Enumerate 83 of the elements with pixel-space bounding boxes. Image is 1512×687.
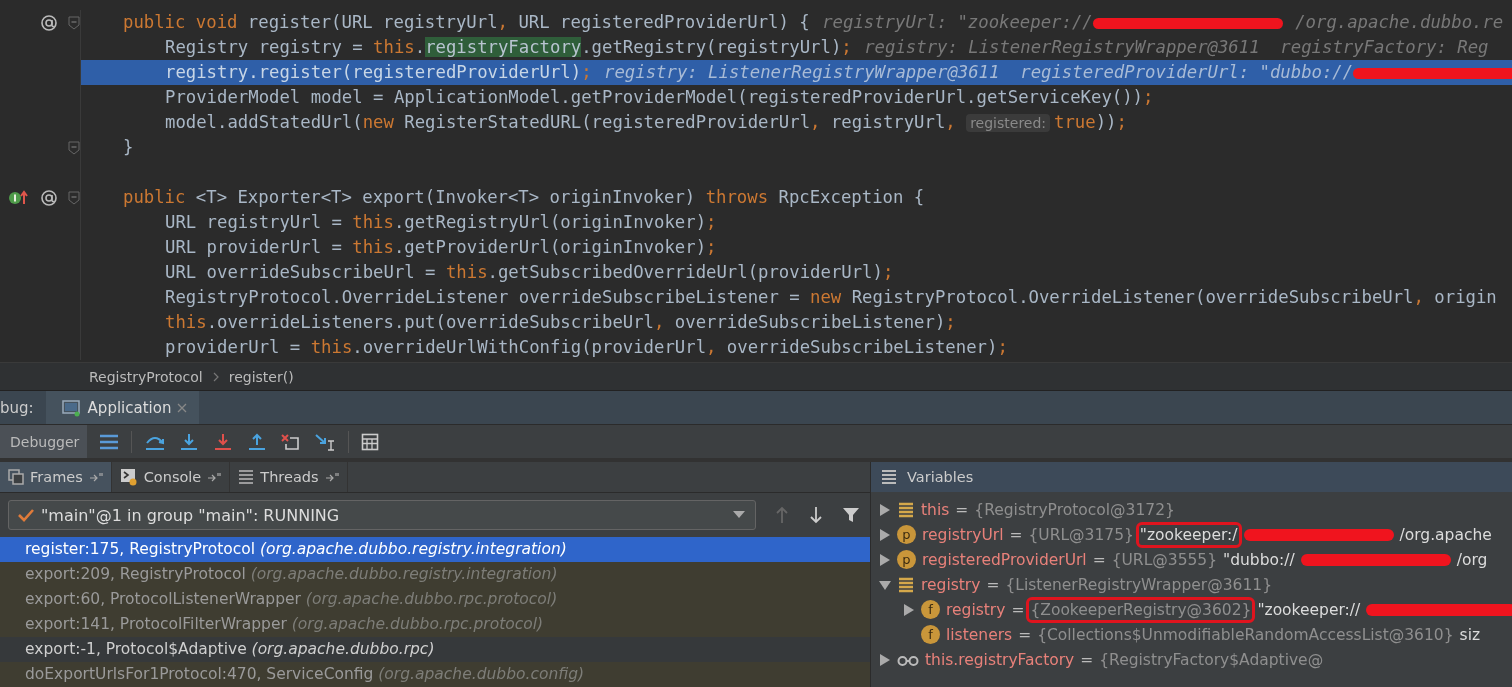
parameter-icon: p <box>897 550 916 569</box>
code-line: public <T> Exporter<T> export(Invoker<T> originInvoker) throws RpcException { <box>80 185 1512 210</box>
code-line: URL overrideSubscribeUrl = this.getSubscribedOverrideUrl(providerUrl); <box>80 260 1512 285</box>
frame-item[interactable]: export:60, ProtocolListenerWrapper (org.apache.dubbo.rpc.protocol) <box>0 587 870 612</box>
frame-item[interactable]: register:175, RegistryProtocol (org.apache.dubbo.registry.integration) <box>0 537 870 562</box>
string-value: "zookeeper:// <box>1257 600 1361 619</box>
frame-item[interactable]: export:209, RegistryProtocol (org.apache.dubbo.registry.integration) <box>0 562 870 587</box>
run-tab[interactable]: Application <box>45 391 200 424</box>
variable-name: registry <box>921 575 981 594</box>
object-icon <box>897 500 915 519</box>
arrow-down-icon[interactable] <box>808 506 824 524</box>
field-icon: f <box>921 600 940 619</box>
annotation-icon[interactable] <box>40 188 58 207</box>
annotation-icon[interactable] <box>40 13 58 32</box>
variable-value: {URL@3175} <box>1028 525 1134 544</box>
pin-arrow-icon[interactable] <box>324 472 339 482</box>
variable-value: {Collections$UnmodifiableRandomAccessList@3610} <box>1037 625 1454 644</box>
menu-icon[interactable] <box>99 433 120 450</box>
object-icon <box>897 575 915 594</box>
panel-tab[interactable]: Threads <box>230 462 348 492</box>
code-line: URL providerUrl = this.getProviderUrl(originInvoker); <box>80 235 1512 260</box>
equals-sign: = <box>1018 625 1032 644</box>
variable-value: {RegistryFactory$Adaptive@ <box>1099 650 1324 669</box>
code-line: RegistryProtocol.OverrideListener overrideSubscribeListener = new RegistryProtocol.OverrideListener(overrideSubscribeUrl, origin <box>80 285 1512 310</box>
collapsed-arrow-icon[interactable] <box>903 603 915 616</box>
console-icon <box>119 468 138 486</box>
variable-name: this.registryFactory <box>925 650 1075 669</box>
frame-item[interactable]: export:141, ProtocolFilterWrapper (org.apache.dubbo.rpc.protocol) <box>0 612 870 637</box>
chevron-icon <box>212 371 219 382</box>
debugger-tab[interactable]: Debugger <box>0 425 88 458</box>
code-line: providerUrl = this.overrideUrlWithConfig(providerUrl, overrideSubscribeListener); <box>80 335 1512 360</box>
variable-name: registeredProviderUrl <box>922 550 1087 569</box>
string-value: /org <box>1456 550 1488 569</box>
equals-sign: = <box>1092 550 1106 569</box>
variable-value: {URL@3555} <box>1111 550 1218 569</box>
panel-title: Variables <box>907 469 974 485</box>
collapsed-arrow-icon[interactable] <box>879 528 891 541</box>
frames-icon <box>8 469 24 485</box>
code-line: model.addStatedUrl(new RegisterStatedURL(registeredProviderUrl, registryUrl, registered: true)); <box>80 110 1512 135</box>
frame-item[interactable]: doExportUrlsFor1Protocol:470, ServiceConfig (org.apache.dubbo.config) <box>0 662 870 687</box>
filter-icon[interactable] <box>842 506 860 524</box>
code-line: this.overrideListeners.put(overrideSubscribeUrl, overrideSubscribeListener); <box>80 310 1512 335</box>
field-icon: f <box>921 625 940 644</box>
debug-label: bug: <box>0 398 35 417</box>
calculator-icon[interactable] <box>361 432 380 451</box>
collapsed-arrow-icon[interactable] <box>879 653 891 666</box>
equals-sign: = <box>955 500 969 519</box>
frame-item[interactable]: export:-1, Protocol$Adaptive (org.apache.dubbo.rpc) <box>0 637 870 662</box>
equals-sign: = <box>1080 650 1094 669</box>
expanded-arrow-icon[interactable] <box>879 578 891 591</box>
list-icon <box>881 469 897 485</box>
string-value: siz <box>1459 625 1481 644</box>
string-value: "dubbo:// <box>1223 550 1295 569</box>
collapsed-arrow-icon[interactable] <box>879 503 891 516</box>
string-value: /org.apache <box>1399 525 1492 544</box>
collapsed-arrow-icon[interactable] <box>879 553 891 566</box>
parameter-icon: p <box>897 525 916 544</box>
pin-arrow-icon[interactable] <box>207 472 222 482</box>
code-line: public void register(URL registryUrl, URL registeredProviderUrl) { registryUrl: "zookeeper:// /org.apache.dubbo.re <box>80 10 1512 35</box>
panel-tab[interactable]: Frames <box>0 462 112 492</box>
window-icon <box>61 398 82 417</box>
equals-sign: = <box>1011 600 1025 619</box>
variable-name: registry <box>946 600 1006 619</box>
caret-icon <box>733 511 745 519</box>
implements-icon[interactable] <box>8 189 30 206</box>
variable-value: {ListenerRegistryWrapper@3611} <box>1005 575 1272 594</box>
thread-dropdown[interactable]: "main"@1 in group "main": RUNNING <box>8 500 756 530</box>
code-line: ProviderModel model = ApplicationModel.getProviderModel(registeredProviderUrl.getServiceKey()); <box>80 85 1512 110</box>
equals-sign: = <box>986 575 1000 594</box>
list-icon <box>238 469 255 485</box>
variable-name: this <box>921 500 950 519</box>
run-to-cursor-icon[interactable] <box>314 432 337 451</box>
variable-name: registryUrl <box>922 525 1004 544</box>
pin-arrow-icon[interactable] <box>88 472 103 482</box>
code-line: URL registryUrl = this.getRegistryUrl(originInvoker); <box>80 210 1512 235</box>
breadcrumb[interactable]: RegistryProtocol <box>89 368 203 385</box>
checkmark-icon <box>17 507 35 523</box>
panel-tab[interactable]: Console <box>111 462 231 492</box>
breadcrumb[interactable]: register() <box>228 368 294 385</box>
variable-name: listeners <box>946 625 1013 644</box>
code-line: } <box>80 135 1512 160</box>
equals-sign: = <box>1009 525 1023 544</box>
variable-value: {RegistryProtocol@3172} <box>974 500 1175 519</box>
